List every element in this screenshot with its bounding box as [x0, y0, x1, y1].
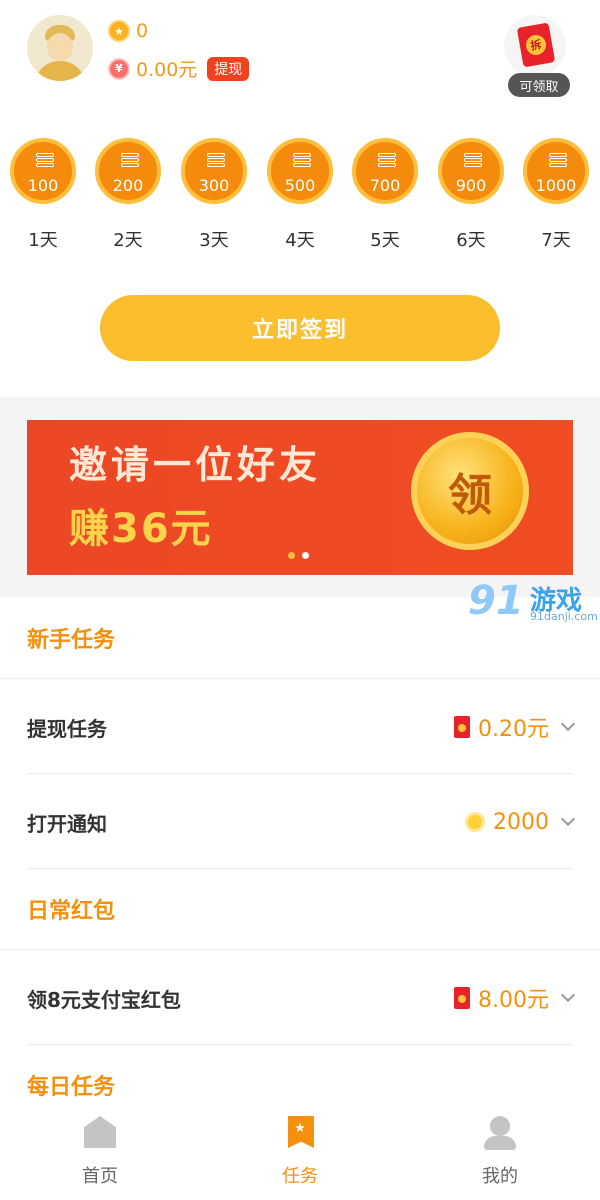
red-envelope-icon: 拆: [516, 22, 556, 68]
divider: [27, 773, 573, 774]
task-name: 领8元支付宝红包: [27, 987, 181, 1012]
checkin-day[interactable]: 100 1天: [8, 138, 78, 252]
checkin-day-label: 6天: [456, 230, 486, 251]
coin-stack-icon: 1000: [523, 138, 589, 204]
checkin-day-label: 1天: [28, 230, 58, 251]
section-title-newbie: 新手任务: [27, 628, 116, 653]
divider: [0, 949, 600, 950]
home-icon: [82, 1116, 118, 1150]
task-row-notification[interactable]: 打开通知 2000: [27, 792, 576, 852]
site-watermark: 91 游戏 91danji.com: [468, 578, 600, 628]
task-reward: 8.00元: [454, 982, 576, 1014]
nav-label: 任务: [282, 1166, 318, 1187]
divider: [27, 1044, 573, 1045]
coin-stack-icon: 100: [10, 138, 76, 204]
checkin-amount: 200: [112, 176, 144, 195]
nav-item-home[interactable]: 首页: [40, 1116, 160, 1188]
section-title-daily-redpack: 日常红包: [27, 899, 116, 924]
chevron-down-icon[interactable]: [560, 811, 576, 827]
divider: [0, 678, 600, 679]
nav-item-mine[interactable]: 我的: [440, 1116, 560, 1188]
checkin-amount: 500: [284, 176, 316, 195]
points-value: 0: [136, 20, 149, 42]
money-value: 0.00元: [136, 59, 198, 81]
coin-stack-icon: 500: [267, 138, 333, 204]
withdraw-button[interactable]: 提现: [207, 56, 250, 81]
header: ★ 0 ¥ 0.00元 提现 拆 可领取: [0, 0, 600, 110]
checkin-day[interactable]: 700 5天: [350, 138, 420, 252]
reward-value: 2000: [493, 809, 549, 835]
checkin-days: 100 1天 200 2天 300 3天 500 4天 700 5天 900 6…: [0, 138, 600, 258]
signin-button[interactable]: 立即签到: [100, 295, 500, 361]
red-packet-icon: [454, 716, 470, 738]
task-row-alipay-redpack[interactable]: 领8元支付宝红包 8.00元: [27, 968, 576, 1028]
checkin-day-label: 4天: [285, 230, 315, 251]
divider: [27, 868, 573, 869]
checkin-amount: 300: [198, 176, 230, 195]
coin-stack-icon: 700: [352, 138, 418, 204]
chevron-down-icon[interactable]: [560, 987, 576, 1003]
redpack-claim-button[interactable]: 拆 可领取: [504, 15, 570, 97]
checkin-day-label: 2天: [113, 230, 143, 251]
points-row: ★ 0: [108, 20, 148, 42]
pagination-dot[interactable]: [302, 552, 309, 559]
section-title-daily-task: 每日任务: [27, 1075, 116, 1100]
banner-pagination: [288, 552, 316, 559]
checkin-day[interactable]: 300 3天: [179, 138, 249, 252]
banner-area: 邀请一位好友 赚36元 领: [0, 397, 600, 597]
redpack-seal: 拆: [524, 33, 548, 57]
checkin-day[interactable]: 900 6天: [436, 138, 506, 252]
task-reward: 2000: [465, 809, 576, 835]
checkin-day[interactable]: 500 4天: [265, 138, 335, 252]
claim-coin-icon: 领: [411, 432, 529, 550]
coin-stack-icon: 200: [95, 138, 161, 204]
money-row: ¥ 0.00元 提现: [108, 55, 250, 82]
avatar[interactable]: [27, 15, 93, 81]
coin-icon: [465, 812, 485, 832]
user-icon: [482, 1116, 518, 1150]
claim-coin-text: 领: [448, 470, 492, 521]
checkin-amount: 1000: [535, 176, 577, 195]
checkin-amount: 100: [27, 176, 59, 195]
task-row-withdraw[interactable]: 提现任务 0.20元: [27, 697, 576, 757]
task-icon: ★: [282, 1116, 318, 1150]
checkin-day-label: 7天: [541, 230, 571, 251]
coin-stack-icon: 300: [181, 138, 247, 204]
checkin-day-label: 5天: [370, 230, 400, 251]
checkin-amount: 700: [369, 176, 401, 195]
nav-item-tasks[interactable]: ★ 任务: [240, 1116, 360, 1188]
nav-label: 我的: [482, 1166, 518, 1187]
watermark-number: 91: [468, 578, 524, 624]
redpack-claim-label: 可领取: [508, 73, 570, 97]
checkin-amount: 900: [455, 176, 487, 195]
bottom-nav: 首页 ★ 任务 我的: [0, 1106, 600, 1200]
task-name: 提现任务: [27, 716, 107, 741]
nav-label: 首页: [82, 1166, 118, 1187]
watermark-url: 91danji.com: [530, 610, 598, 623]
star-coin-icon: ★: [108, 20, 130, 42]
red-packet-icon: [454, 987, 470, 1009]
banner-subtitle: 赚36元: [69, 506, 213, 552]
reward-value: 0.20元: [478, 717, 549, 742]
task-name: 打开通知: [27, 811, 107, 836]
pagination-dot-active[interactable]: [288, 552, 295, 559]
checkin-day[interactable]: 1000 7天: [521, 138, 591, 252]
reward-value: 8.00元: [478, 988, 549, 1013]
coin-stack-icon: 900: [438, 138, 504, 204]
checkin-day-label: 3天: [199, 230, 229, 251]
checkin-day[interactable]: 200 2天: [93, 138, 163, 252]
task-reward: 0.20元: [454, 711, 576, 743]
banner-title: 邀请一位好友: [69, 443, 322, 487]
yen-icon: ¥: [108, 57, 130, 80]
chevron-down-icon[interactable]: [560, 716, 576, 732]
